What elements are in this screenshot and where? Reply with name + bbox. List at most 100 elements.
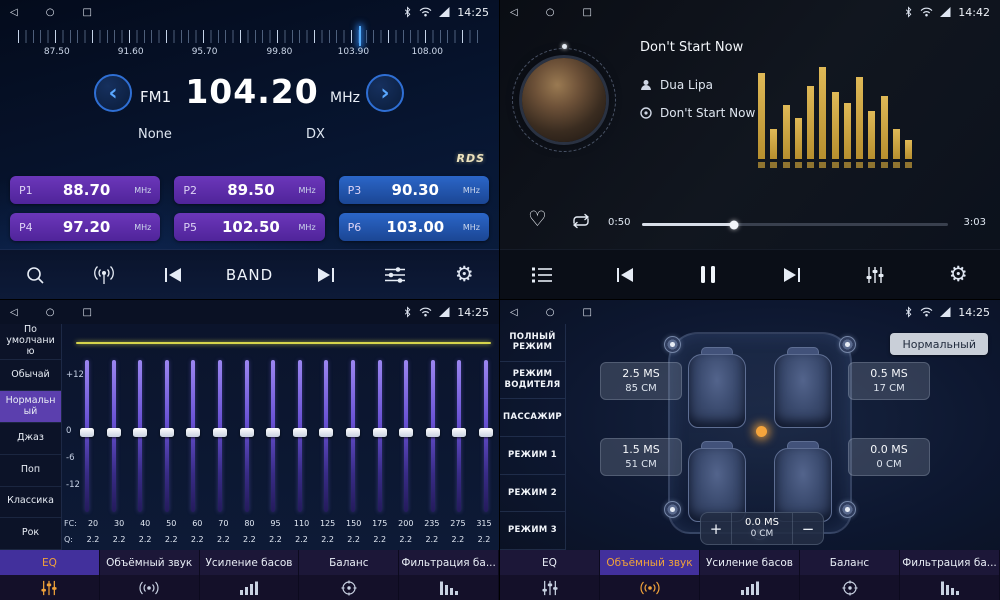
eq-band-slider[interactable] [133,360,147,512]
nav-back-icon[interactable]: ◁ [510,7,518,18]
nav-home-icon[interactable]: ○ [46,307,55,318]
eq-band-slider[interactable] [319,360,333,512]
eq-slider-handle[interactable] [452,428,466,437]
tab-surround[interactable]: Объёмный звук [600,550,700,575]
search-icon[interactable] [18,258,52,292]
tab-surround[interactable]: Объёмный звук [100,550,200,575]
settings-icon[interactable]: ⚙ [941,258,975,292]
eq-band-slider[interactable] [107,360,121,512]
tab-eq[interactable]: EQ [0,550,100,575]
preset-p2[interactable]: P2 89.50 MHz [174,176,324,204]
eq-band-slider[interactable] [160,360,174,512]
delay-rear-left[interactable]: 1.5 MS 51 CM [600,438,682,476]
eq-band-slider[interactable] [346,360,360,512]
filter-tab-icon[interactable] [900,575,1000,600]
playlist-icon[interactable] [525,258,559,292]
seek-bar[interactable] [642,223,948,226]
eq-slider-handle[interactable] [133,428,147,437]
bass-boost-tab-icon[interactable] [700,575,800,600]
balance-tab-icon[interactable] [800,575,900,600]
preset-p1[interactable]: P1 88.70 MHz [10,176,160,204]
eq-tab-icon[interactable] [0,575,100,600]
eq-slider-handle[interactable] [346,428,360,437]
settings-icon[interactable]: ⚙ [447,258,481,292]
preset-p6[interactable]: P6 103.00 MHz [339,213,489,241]
eq-band-slider[interactable] [213,360,227,512]
delay-front-right[interactable]: 0.5 MS 17 CM [848,362,930,400]
band-button[interactable]: BAND [226,258,273,292]
eq-tab-icon[interactable] [500,575,600,600]
surround-tab-icon[interactable] [600,575,700,600]
tab-balance[interactable]: Баланс [800,550,900,575]
eq-slider-handle[interactable] [213,428,227,437]
faders-icon[interactable] [858,258,892,292]
eq-band-slider[interactable] [293,360,307,512]
mode-item[interactable]: РЕЖИМ ВОДИТЕЛЯ [500,362,565,400]
eq-band-slider[interactable] [266,360,280,512]
delay-front-left[interactable]: 2.5 MS 85 CM [600,362,682,400]
mode-item[interactable]: РЕЖИМ 3 [500,512,565,550]
bass-boost-tab-icon[interactable] [200,575,300,600]
next-track-icon[interactable] [309,258,343,292]
eq-band-slider[interactable] [80,360,94,512]
frequency-scale[interactable]: 87.50 91.60 95.70 99.80 103.90 108.00 [8,26,491,64]
mode-item[interactable]: ПАССАЖИР [500,399,565,437]
eq-slider-handle[interactable] [80,428,94,437]
prev-track-icon[interactable] [156,258,190,292]
eq-preset[interactable]: Нормальный [0,391,61,423]
seek-up-button[interactable]: › [366,74,404,112]
eq-slider-handle[interactable] [186,428,200,437]
filter-tab-icon[interactable] [399,575,499,600]
delay-decrease-button[interactable]: − [793,513,823,544]
eq-band-slider[interactable] [240,360,254,512]
broadcast-icon[interactable] [87,258,121,292]
eq-slider-handle[interactable] [426,428,440,437]
delay-increase-button[interactable]: + [701,513,731,544]
eq-slider-handle[interactable] [293,428,307,437]
eq-band-slider[interactable] [479,360,493,512]
next-track-icon[interactable] [775,258,809,292]
tab-eq[interactable]: EQ [500,550,600,575]
nav-home-icon[interactable]: ○ [546,7,555,18]
balance-tab-icon[interactable] [299,575,399,600]
eq-slider-handle[interactable] [479,428,493,437]
eq-slider-handle[interactable] [107,428,121,437]
preset-p4[interactable]: P4 97.20 MHz [10,213,160,241]
eq-preset[interactable]: Обычай [0,360,61,392]
eq-slider-handle[interactable] [399,428,413,437]
pause-icon[interactable] [691,258,725,292]
eq-preset[interactable]: Классика [0,487,61,519]
eq-slider-handle[interactable] [266,428,280,437]
preset-p5[interactable]: P5 102.50 MHz [174,213,324,241]
tab-bass-boost[interactable]: Усиление басов [700,550,800,575]
eq-preset[interactable]: Рок [0,518,61,550]
repeat-icon[interactable] [570,213,592,233]
tab-filter[interactable]: Фильтрация ба... [900,550,1000,575]
tab-filter[interactable]: Фильтрация ба... [399,550,499,575]
nav-recents-icon[interactable]: □ [582,7,591,18]
prev-track-icon[interactable] [608,258,642,292]
seek-knob[interactable] [729,220,738,229]
surround-tab-icon[interactable] [100,575,200,600]
nav-home-icon[interactable]: ○ [546,307,555,318]
nav-back-icon[interactable]: ◁ [10,7,18,18]
eq-preset[interactable]: Джаз [0,423,61,455]
listening-position-dot[interactable] [756,426,767,437]
sound-profile-button[interactable]: Нормальный [890,333,988,355]
eq-preset[interactable]: Поп [0,455,61,487]
eq-slider-handle[interactable] [240,428,254,437]
seek-down-button[interactable]: ‹ [94,74,132,112]
eq-band-slider[interactable] [452,360,466,512]
delay-rear-right[interactable]: 0.0 MS 0 CM [848,438,930,476]
preset-p3[interactable]: P3 90.30 MHz [339,176,489,204]
eq-band-slider[interactable] [373,360,387,512]
eq-slider-handle[interactable] [373,428,387,437]
eq-band-slider[interactable] [399,360,413,512]
mode-item[interactable]: ПОЛНЫЙ РЕЖИМ [500,324,565,362]
eq-band-slider[interactable] [186,360,200,512]
tab-balance[interactable]: Баланс [299,550,399,575]
eq-slider-handle[interactable] [160,428,174,437]
eq-slider-handle[interactable] [319,428,333,437]
mode-item[interactable]: РЕЖИМ 1 [500,437,565,475]
nav-back-icon[interactable]: ◁ [10,307,18,318]
